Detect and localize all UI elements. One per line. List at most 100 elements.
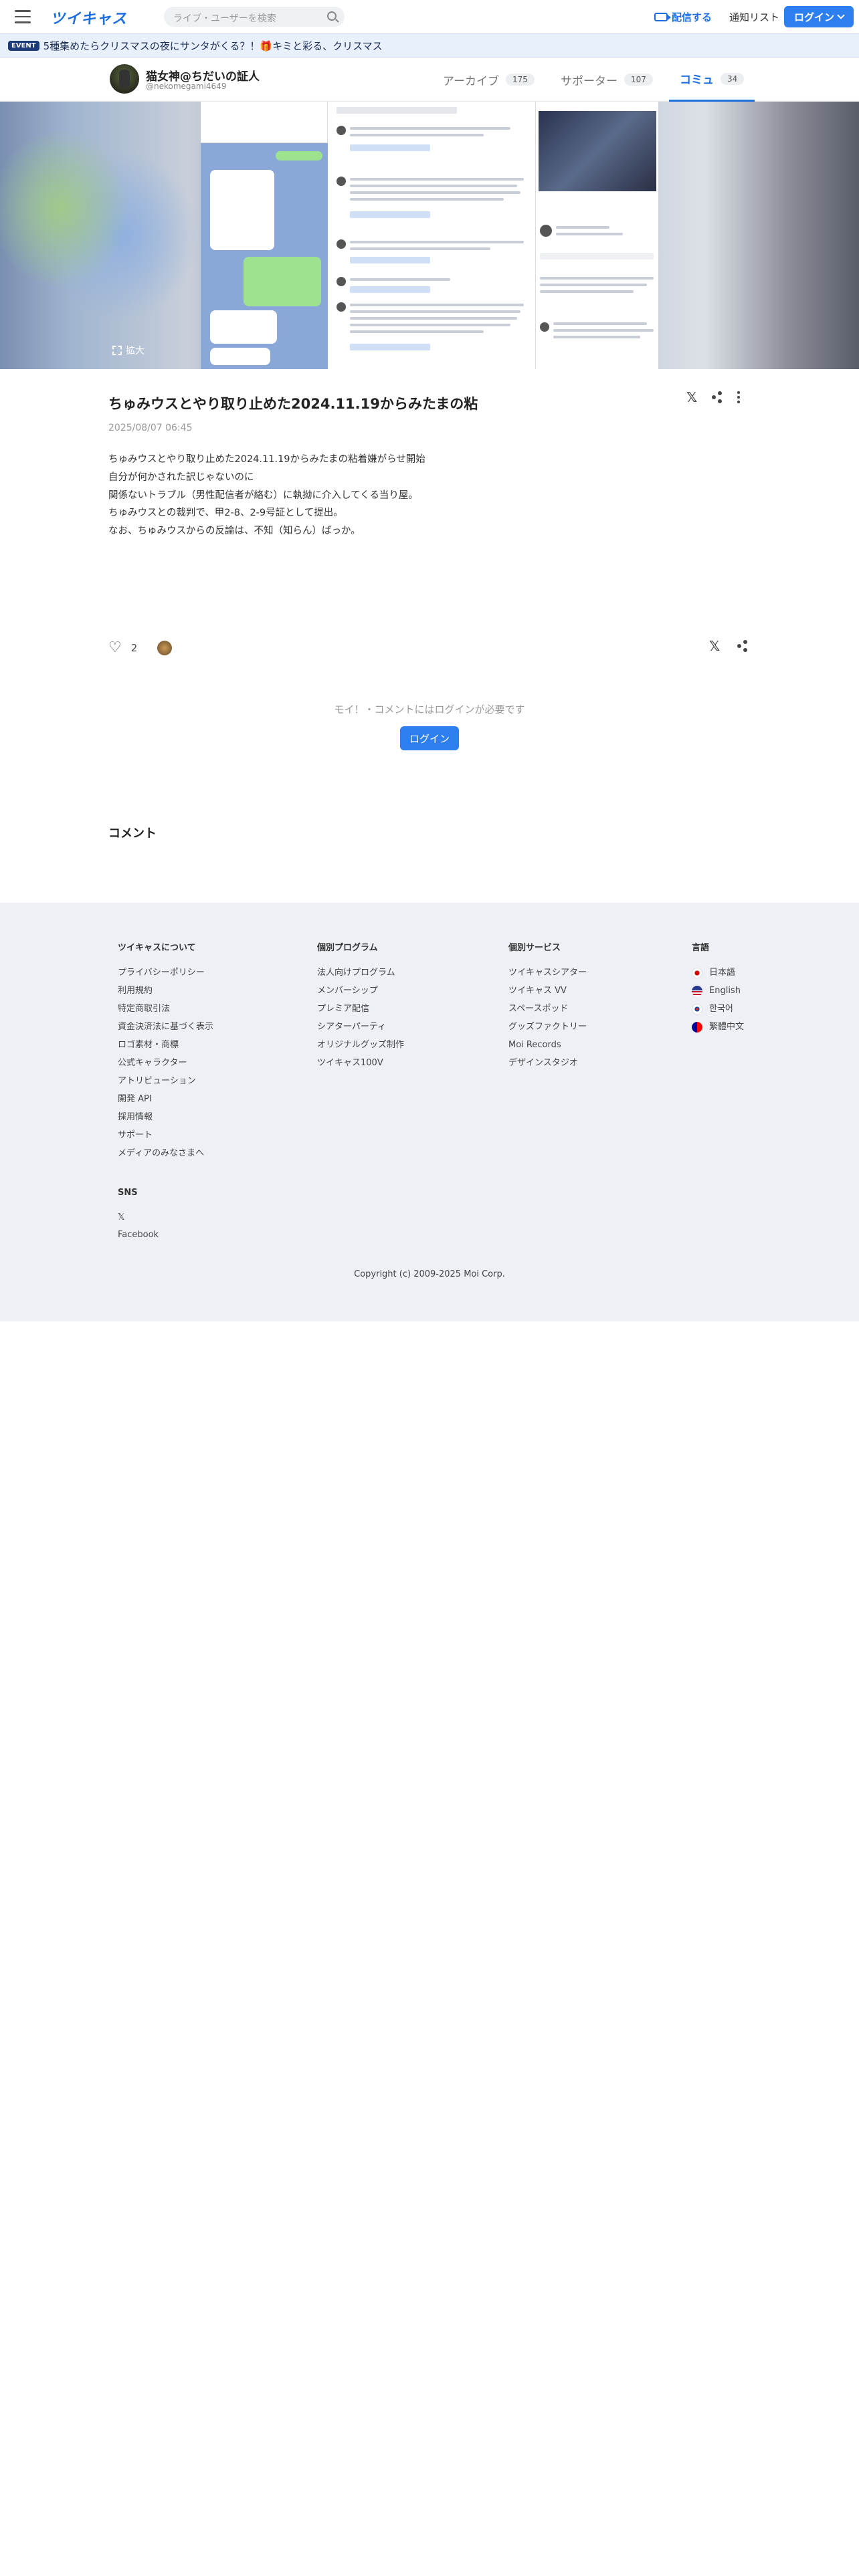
language-option-traditional-chinese[interactable]: 繁體中文 bbox=[692, 1022, 744, 1033]
avatar[interactable] bbox=[110, 64, 139, 94]
footer-link[interactable]: デザインスタジオ bbox=[508, 1058, 587, 1069]
footer-link[interactable]: シアターパーティ bbox=[317, 1022, 404, 1033]
more-options-icon[interactable] bbox=[737, 391, 741, 403]
tab-label: コミュ bbox=[680, 74, 714, 87]
footer-link[interactable]: メンバーシップ bbox=[317, 986, 404, 996]
korea-flag-icon bbox=[692, 1004, 702, 1014]
facebook-link[interactable]: Facebook bbox=[118, 1230, 159, 1240]
bottom-share-actions: 𝕏 bbox=[709, 638, 748, 654]
footer-link[interactable]: 公式キャラクター bbox=[118, 1058, 213, 1069]
x-share-icon[interactable]: 𝕏 bbox=[686, 389, 697, 405]
footer-link[interactable]: ロゴ素材・商標 bbox=[118, 1040, 213, 1051]
x-share-icon[interactable]: 𝕏 bbox=[709, 638, 720, 654]
event-banner[interactable]: EVENT 5種集めたらクリスマスの夜にサンタがくる？！🎁キミと彩る、クリスマス bbox=[0, 33, 859, 58]
comment-heading: コメント bbox=[108, 827, 157, 841]
post-paragraph: ちゅみウスとの裁判で、甲2-8、2-9号証として提出。 bbox=[108, 508, 343, 519]
footer-link[interactable]: 開発 API bbox=[118, 1094, 213, 1105]
x-link[interactable]: 𝕏 bbox=[118, 1212, 159, 1222]
login-button[interactable]: ログイン bbox=[784, 6, 854, 27]
footer-link[interactable]: サポート bbox=[118, 1130, 213, 1141]
post-image-area[interactable]: 拡大 bbox=[0, 102, 859, 369]
profile-username: @nekomegami4649 bbox=[146, 82, 227, 91]
notification-list-link[interactable]: 通知リスト bbox=[729, 10, 779, 24]
search-icon[interactable] bbox=[327, 11, 337, 21]
share-icon[interactable] bbox=[737, 640, 748, 652]
tab-community[interactable]: コミュ 34 bbox=[669, 58, 755, 102]
liker-avatar[interactable] bbox=[157, 640, 173, 655]
top-header: ツイキャス ライブ・ユーザーを検索 配信する 通知リスト ログイン bbox=[0, 0, 859, 33]
tab-label: アーカイブ bbox=[443, 74, 499, 88]
footer-link[interactable]: ツイキャスシアター bbox=[508, 968, 587, 978]
event-badge: EVENT bbox=[8, 40, 39, 51]
expand-icon bbox=[112, 346, 122, 355]
footer-link[interactable]: アトリビューション bbox=[118, 1076, 213, 1087]
tab-count: 107 bbox=[624, 74, 653, 86]
heart-icon[interactable]: ♡ bbox=[108, 639, 122, 656]
language-label: 繁體中文 bbox=[709, 1022, 745, 1032]
login-required-note: モイ！・コメントにはログインが必要です bbox=[334, 704, 525, 716]
post-paragraph: 自分が何かされた訳じゃないのに bbox=[108, 471, 254, 483]
like-row: ♡ 2 bbox=[108, 639, 173, 656]
language-option-english[interactable]: English bbox=[692, 986, 744, 996]
footer-link[interactable]: プライバシーポリシー bbox=[118, 968, 213, 978]
post-title: ちゅみウスとやり取り止めた2024.11.19からみたまの粘 bbox=[108, 396, 478, 412]
footer-link[interactable]: ツイキャス100V bbox=[317, 1058, 404, 1069]
footer-link[interactable]: オリジナルグッズ制作 bbox=[317, 1040, 404, 1051]
post-actions: 𝕏 bbox=[686, 389, 741, 405]
language-option-japanese[interactable]: 日本語 bbox=[692, 968, 744, 978]
expand-label: 拡大 bbox=[126, 346, 145, 356]
share-icon[interactable] bbox=[712, 391, 723, 403]
chat-screenshot bbox=[201, 102, 328, 369]
copyright: Copyright (c) 2009-2025 Moi Corp. bbox=[354, 1269, 505, 1279]
footer-heading: SNS bbox=[118, 1188, 138, 1198]
footer-services-column: 個別サービス ツイキャスシアター ツイキャス VV スペースポッド グッズファク… bbox=[508, 940, 587, 1076]
footer: ツイキャスについて プライバシーポリシー 利用規約 特定商取引法 資金決済法に基… bbox=[0, 903, 859, 1321]
footer-about-column: ツイキャスについて プライバシーポリシー 利用規約 特定商取引法 資金決済法に基… bbox=[118, 940, 213, 1166]
expand-button[interactable]: 拡大 bbox=[112, 344, 145, 357]
footer-link[interactable]: 資金決済法に基づく表示 bbox=[118, 1022, 213, 1033]
profile-screenshot bbox=[535, 102, 658, 369]
footer-heading: 個別プログラム bbox=[317, 943, 378, 953]
footer-link[interactable]: スペースポッド bbox=[508, 1004, 587, 1014]
logo[interactable]: ツイキャス bbox=[50, 7, 127, 28]
footer-link[interactable]: グッズファクトリー bbox=[508, 1022, 587, 1033]
search-placeholder: ライブ・ユーザーを検索 bbox=[173, 13, 276, 24]
footer-link[interactable]: 利用規約 bbox=[118, 986, 213, 996]
tab-archive[interactable]: アーカイブ 175 bbox=[443, 58, 535, 102]
tab-count: 34 bbox=[721, 72, 745, 85]
tab-supporter[interactable]: サポーター 107 bbox=[561, 58, 653, 102]
event-text: 5種集めたらクリスマスの夜にサンタがくる？！🎁キミと彩る、クリスマス bbox=[43, 39, 383, 52]
broadcast-button[interactable]: 配信する bbox=[654, 10, 712, 24]
footer-link[interactable]: ツイキャス VV bbox=[508, 986, 587, 996]
comment-login-button[interactable]: ログイン bbox=[400, 726, 459, 750]
footer-heading: 言語 bbox=[692, 943, 710, 953]
us-flag-icon bbox=[692, 986, 702, 996]
language-label: English bbox=[709, 986, 741, 996]
language-option-korean[interactable]: 한국어 bbox=[692, 1004, 744, 1014]
post-body: ちゅみウスとやり取り止めた2024.11.19からみたまの粘着嫌がらせ開始 自分… bbox=[108, 451, 751, 540]
menu-icon[interactable] bbox=[15, 10, 31, 23]
footer-link[interactable]: Moi Records bbox=[508, 1040, 587, 1051]
profile-bar: 猫女神@ちだいの証人 @nekomegami4649 アーカイブ 175 サポー… bbox=[0, 58, 859, 102]
tab-label: サポーター bbox=[561, 74, 617, 88]
broadcast-label: 配信する bbox=[672, 11, 712, 23]
blurred-background bbox=[0, 102, 201, 369]
login-label: ログイン bbox=[793, 11, 834, 23]
post-image[interactable] bbox=[201, 102, 658, 369]
footer-link[interactable]: 採用情報 bbox=[118, 1112, 213, 1123]
post-paragraph: ちゅみウスとやり取り止めた2024.11.19からみたまの粘着嫌がらせ開始 bbox=[108, 454, 425, 465]
camera-icon bbox=[654, 13, 671, 21]
footer-link[interactable]: 法人向けプログラム bbox=[317, 968, 404, 978]
language-label: 日本語 bbox=[709, 968, 736, 978]
like-count: 2 bbox=[130, 641, 138, 654]
footer-link[interactable]: プレミア配信 bbox=[317, 1004, 404, 1014]
footer-link[interactable]: メディアのみなさまへ bbox=[118, 1148, 213, 1159]
twitter-screenshot bbox=[331, 102, 532, 369]
search-input[interactable]: ライブ・ユーザーを検索 bbox=[164, 7, 345, 27]
post-paragraph: 関係ないトラブル（男性配信者が絡む）に執拗に介入してくる当り屋。 bbox=[108, 490, 418, 501]
footer-language-column: 言語 日本語 English 한국어 繁體中文 bbox=[692, 940, 744, 1040]
post-paragraph: なお、ちゅみウスからの反論は、不知（知らん）ばっか。 bbox=[108, 526, 361, 537]
footer-link[interactable]: 特定商取引法 bbox=[118, 1004, 213, 1014]
japan-flag-icon bbox=[692, 968, 702, 978]
footer-programs-column: 個別プログラム 法人向けプログラム メンバーシップ プレミア配信 シアターパーテ… bbox=[317, 940, 404, 1076]
